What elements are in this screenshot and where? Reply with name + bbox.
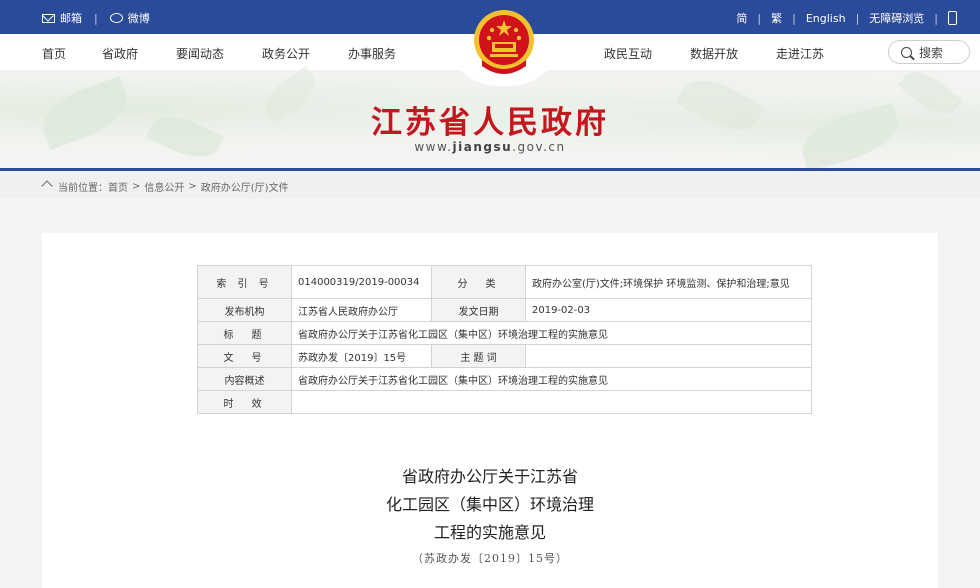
url-domain: jiangsu [452,140,513,154]
table-row: 文 号 苏政办发〔2019〕15号 主 题 词 [197,344,812,368]
home-icon [42,182,52,191]
mail-label: 邮箱 [60,12,82,25]
breadcrumb-separator: > [132,181,141,192]
weibo-icon [109,13,123,23]
table-row: 索 引 号 014000319/2019-00034 分 类 政府办公室(厅)文… [197,265,812,299]
document-number-label: 文 号 [197,344,292,368]
breadcrumb: 当前位置： 首页 > 信息公开 > 政府办公厅(厅)文件 [0,171,980,198]
title-value: 省政府办公厅关于江苏省化工园区（集中区）环境治理工程的实施意见 [291,321,812,345]
mail-icon [42,13,55,23]
category-value: 政府办公室(厅)文件;环境保护 环境监测、保护和治理;意见 [525,265,812,299]
summary-value: 省政府办公厅关于江苏省化工园区（集中区）环境治理工程的实施意见 [291,367,812,391]
weibo-label: 微博 [127,12,150,25]
title-label: 标 题 [197,321,292,345]
issuer-value: 江苏省人民政府办公厅 [291,298,432,322]
divider: | [792,11,796,25]
search-icon [901,46,912,58]
summary-label: 内容概述 [197,367,292,391]
divider: | [855,11,860,25]
breadcrumb-item-info-disclosure[interactable]: 信息公开 [144,179,184,194]
url-prefix: www. [414,140,453,154]
divider: | [757,11,762,25]
national-emblem-logo[interactable] [472,8,536,76]
document-number-value: 苏政办发〔2019〕15号 [291,344,432,368]
index-number-value: 014000319/2019-00034 [291,265,432,299]
english-link[interactable]: English [806,12,846,25]
search-label: 搜索 [919,45,944,60]
keywords-value [525,344,812,368]
traditional-chinese-link[interactable]: 繁 [771,10,782,26]
breadcrumb-item-home[interactable]: 首页 [108,179,128,194]
search-button[interactable]: 搜索 [888,40,970,64]
site-url: www.jiangsu.gov.cn [0,140,980,154]
nav-item-provincial-government[interactable]: 省政府 [102,45,138,62]
category-label: 分 类 [431,265,526,299]
index-number-label: 索 引 号 [197,265,292,299]
nav-item-government-affairs[interactable]: 政务公开 [262,45,310,62]
weibo-link[interactable]: 微博 [109,10,150,26]
accessibility-link[interactable]: 无障碍浏览 [869,10,924,26]
document-title-line-1: 省政府办公厅关于江苏省 [401,467,578,486]
document-title-line-3: 工程的实施意见 [433,523,546,542]
mail-link[interactable]: 邮箱 [42,10,82,26]
nav-item-home[interactable]: 首页 [42,45,66,62]
issue-date-label: 发文日期 [431,298,526,322]
nav-item-interaction[interactable]: 政民互动 [604,45,652,62]
nav-item-open-data[interactable]: 数据开放 [690,45,738,62]
table-row: 标 题 省政府办公厅关于江苏省化工园区（集中区）环境治理工程的实施意见 [197,321,812,345]
document-number-subtitle: （苏政办发〔2019〕15号） [412,552,568,565]
keywords-label: 主 题 词 [431,344,526,368]
divider: | [934,11,938,25]
validity-label: 时 效 [197,390,292,414]
validity-value [291,390,812,414]
nav-item-about-jiangsu[interactable]: 走进江苏 [776,45,824,62]
mobile-phone-icon[interactable] [948,11,957,25]
top-left-links: 邮箱 | 微博 [42,10,150,26]
top-right-links: 简 | 繁 | English | 无障碍浏览 | [736,10,962,26]
simplified-chinese-link[interactable]: 简 [736,10,747,26]
table-row: 时 效 [197,390,812,414]
url-suffix: .gov.cn [512,140,566,154]
breadcrumb-separator: > [188,181,197,192]
site-title: 江苏省人民政府 [371,105,609,141]
breadcrumb-inner: 当前位置： 首页 > 信息公开 > 政府办公厅(厅)文件 [42,179,289,194]
divider: | [94,11,98,25]
issue-date-value: 2019-02-03 [525,298,812,322]
nav-item-news[interactable]: 要闻动态 [176,45,224,62]
issuer-label: 发布机构 [197,298,292,322]
nav-item-services[interactable]: 办事服务 [348,45,396,62]
document-title-line-2: 化工园区（集中区）环境治理 [385,495,594,514]
document-metadata-table: 索 引 号 014000319/2019-00034 分 类 政府办公室(厅)文… [197,265,812,414]
breadcrumb-prefix: 当前位置： [58,183,108,194]
table-row: 内容概述 省政府办公厅关于江苏省化工园区（集中区）环境治理工程的实施意见 [197,367,812,391]
breadcrumb-item-office-documents[interactable]: 政府办公厅(厅)文件 [201,179,289,194]
table-row: 发布机构 江苏省人民政府办公厅 发文日期 2019-02-03 [197,298,812,322]
